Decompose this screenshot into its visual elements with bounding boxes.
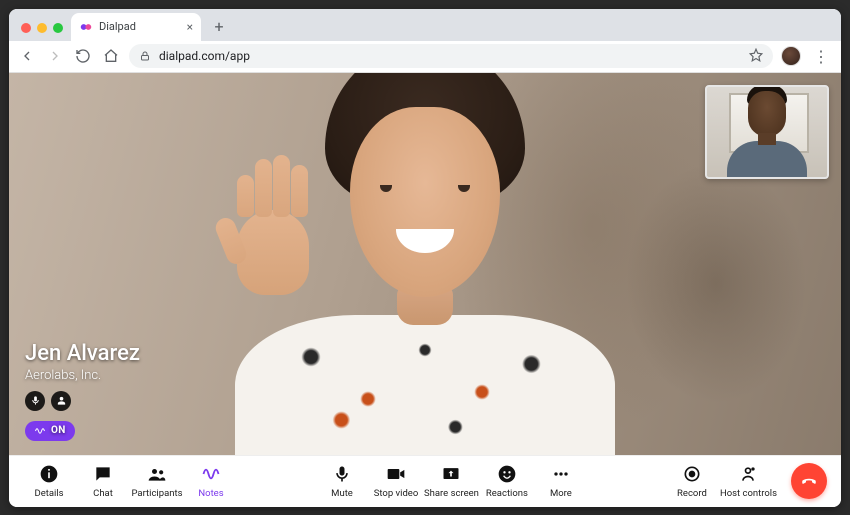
nav-reload-icon[interactable] bbox=[73, 46, 93, 66]
notes-button[interactable]: Notes bbox=[185, 463, 237, 499]
reactions-button[interactable]: Reactions bbox=[481, 463, 533, 499]
window-close-icon[interactable] bbox=[21, 23, 31, 33]
people-icon bbox=[146, 463, 168, 485]
participant-info-overlay: Jen Alvarez Aerolabs, Inc. ON bbox=[25, 341, 140, 441]
bookmark-star-icon[interactable] bbox=[749, 48, 763, 65]
participants-button[interactable]: Participants bbox=[131, 463, 183, 499]
smile-icon bbox=[496, 463, 518, 485]
control-group-left: Details Chat Participants Notes bbox=[23, 463, 237, 499]
participant-avatar-badge bbox=[51, 391, 71, 411]
url-text: dialpad.com/app bbox=[159, 49, 250, 63]
details-label: Details bbox=[34, 488, 63, 499]
self-view-pip[interactable] bbox=[705, 85, 829, 179]
stop-video-label: Stop video bbox=[374, 488, 419, 499]
ai-status-label: ON bbox=[51, 425, 66, 436]
call-control-bar: Details Chat Participants Notes Mute Stop vi… bbox=[9, 455, 841, 507]
tab-close-icon[interactable]: × bbox=[187, 20, 193, 34]
participants-label: Participants bbox=[131, 488, 182, 499]
mic-icon bbox=[331, 463, 353, 485]
share-icon bbox=[440, 463, 462, 485]
hangup-button[interactable] bbox=[791, 463, 827, 499]
control-group-right: Record Host controls bbox=[666, 463, 777, 499]
address-bar[interactable]: dialpad.com/app bbox=[129, 44, 773, 68]
mute-label: Mute bbox=[331, 488, 353, 499]
tab-title: Dialpad bbox=[99, 20, 136, 33]
reactions-label: Reactions bbox=[486, 488, 528, 499]
host-controls-label: Host controls bbox=[720, 488, 777, 499]
profile-avatar[interactable] bbox=[781, 46, 801, 66]
nav-forward-icon bbox=[45, 46, 65, 66]
ai-status-pill[interactable]: ON bbox=[25, 421, 75, 441]
tab-strip: Dialpad × + bbox=[9, 9, 841, 41]
browser-toolbar: dialpad.com/app ⋮ bbox=[9, 41, 841, 73]
browser-menu-icon[interactable]: ⋮ bbox=[809, 47, 833, 66]
host-controls-button[interactable]: Host controls bbox=[720, 463, 777, 499]
record-icon bbox=[681, 463, 703, 485]
ai-wave-icon bbox=[200, 463, 222, 485]
info-icon bbox=[38, 463, 60, 485]
video-stage: Jen Alvarez Aerolabs, Inc. ON bbox=[9, 73, 841, 455]
dialpad-favicon-icon bbox=[79, 20, 93, 34]
nav-back-icon[interactable] bbox=[17, 46, 37, 66]
record-label: Record bbox=[677, 488, 707, 499]
share-screen-label: Share screen bbox=[424, 488, 479, 499]
chat-icon bbox=[92, 463, 114, 485]
window-zoom-icon[interactable] bbox=[53, 23, 63, 33]
details-button[interactable]: Details bbox=[23, 463, 75, 499]
participant-mic-badge bbox=[25, 391, 45, 411]
participant-name: Jen Alvarez bbox=[25, 341, 140, 366]
waving-hand bbox=[217, 145, 317, 295]
record-button[interactable]: Record bbox=[666, 463, 718, 499]
camera-icon bbox=[385, 463, 407, 485]
dots-icon bbox=[550, 463, 572, 485]
share-screen-button[interactable]: Share screen bbox=[424, 463, 479, 499]
stop-video-button[interactable]: Stop video bbox=[370, 463, 422, 499]
browser-window: Dialpad × + dialpad.com/app ⋮ bbox=[9, 9, 841, 507]
participant-company: Aerolabs, Inc. bbox=[25, 368, 140, 383]
chat-label: Chat bbox=[93, 488, 113, 499]
new-tab-button[interactable]: + bbox=[207, 15, 231, 39]
lock-icon bbox=[139, 50, 151, 62]
mute-button[interactable]: Mute bbox=[316, 463, 368, 499]
window-minimize-icon[interactable] bbox=[37, 23, 47, 33]
nav-home-icon[interactable] bbox=[101, 46, 121, 66]
browser-tab[interactable]: Dialpad × bbox=[71, 13, 201, 41]
control-group-center: Mute Stop video Share screen Reactions More bbox=[316, 463, 587, 499]
notes-label: Notes bbox=[198, 488, 223, 499]
more-button[interactable]: More bbox=[535, 463, 587, 499]
more-label: More bbox=[550, 488, 572, 499]
chat-button[interactable]: Chat bbox=[77, 463, 129, 499]
window-traffic-lights bbox=[17, 23, 71, 41]
host-icon bbox=[737, 463, 759, 485]
